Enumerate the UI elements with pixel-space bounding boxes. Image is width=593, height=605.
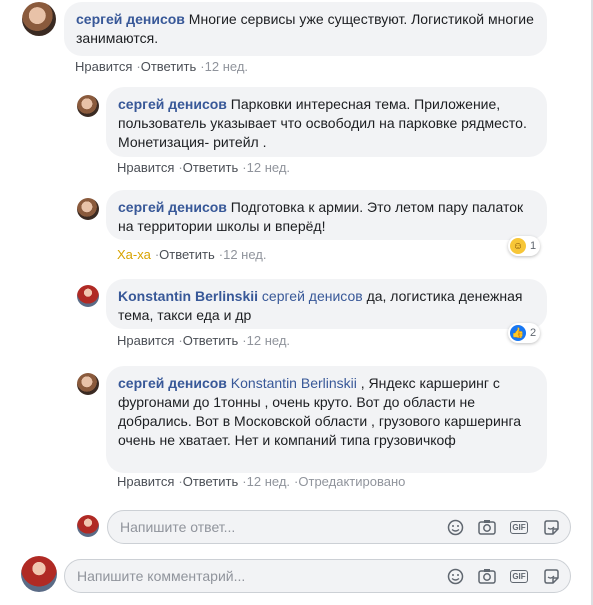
gif-icon[interactable]: GIF: [510, 518, 528, 536]
avatar: [77, 515, 99, 537]
haha-button[interactable]: Ха-ха: [117, 247, 151, 262]
avatar: [21, 556, 57, 592]
comment-bubble: сергей денисов Парковки интересная тема.…: [106, 87, 547, 157]
comment-actions: Нравится ·Ответить ·12 нед. ·Отредактирован…: [117, 474, 405, 489]
sticker-icon[interactable]: [542, 518, 560, 536]
smiley-icon[interactable]: [446, 567, 464, 585]
reaction-summary[interactable]: ☺ 1: [508, 236, 541, 256]
comment-mention[interactable]: Konstantin Berlinskii: [227, 375, 357, 391]
comment-author[interactable]: сергей денисов: [76, 11, 185, 27]
smiley-icon[interactable]: [446, 518, 464, 536]
comment-author[interactable]: сергей денисов: [118, 199, 227, 215]
like-button[interactable]: Нравится: [117, 474, 174, 489]
reply-button[interactable]: Ответить: [159, 247, 215, 262]
comment-author[interactable]: сергей денисов: [118, 96, 227, 112]
avatar[interactable]: [77, 373, 99, 395]
avatar[interactable]: [22, 2, 56, 36]
reaction-count: 2: [530, 327, 537, 339]
like-button[interactable]: Нравится: [117, 160, 174, 175]
comment-bubble: сергей денисов Подготовка к армии. Это л…: [106, 190, 547, 240]
haha-reaction-icon: ☺: [510, 238, 526, 254]
reaction-summary[interactable]: 👍 2: [508, 323, 541, 343]
like-button[interactable]: Нравится: [75, 59, 132, 74]
gif-icon[interactable]: GIF: [510, 567, 528, 585]
comment-actions: Нравится ·Ответить ·12 нед.: [117, 160, 290, 175]
comment-author[interactable]: сергей денисов: [118, 375, 227, 391]
reply-button[interactable]: Ответить: [183, 333, 239, 348]
comment-actions: Нравится ·Ответить ·12 нед.: [75, 59, 248, 74]
camera-icon[interactable]: [478, 567, 496, 585]
reply-button[interactable]: Ответить: [141, 59, 197, 74]
comment-time[interactable]: 12 нед.: [247, 333, 290, 348]
avatar[interactable]: [77, 95, 99, 117]
comment-mention[interactable]: сергей денисов: [258, 288, 363, 304]
avatar[interactable]: [77, 285, 99, 307]
like-reaction-icon: 👍: [510, 325, 526, 341]
like-button[interactable]: Нравится: [117, 333, 174, 348]
reply-button[interactable]: Ответить: [183, 160, 239, 175]
sticker-icon[interactable]: [542, 567, 560, 585]
comment-placeholder: Напишите комментарий...: [77, 568, 246, 584]
composer-icons: GIF: [432, 567, 560, 585]
comment-bubble: сергей денисов Многие сервисы уже сущест…: [64, 2, 547, 56]
reply-input[interactable]: Напишите ответ... GIF: [107, 510, 571, 544]
edited-label[interactable]: Отредактировано: [298, 474, 405, 489]
composer-icons: GIF: [432, 518, 560, 536]
comment-actions: Нравится ·Ответить ·12 нед.: [117, 333, 290, 348]
comment-input[interactable]: Напишите комментарий... GIF: [64, 559, 571, 593]
comment-time[interactable]: 12 нед.: [223, 247, 266, 262]
avatar[interactable]: [77, 198, 99, 220]
comment-time[interactable]: 12 нед.: [247, 474, 290, 489]
comment-author[interactable]: Konstantin Berlinskii: [118, 288, 258, 304]
comment-time[interactable]: 12 нед.: [247, 160, 290, 175]
reaction-count: 1: [530, 240, 537, 252]
comment-time[interactable]: 12 нед.: [205, 59, 248, 74]
comment-bubble: Konstantin Berlinskii сергей денисов да,…: [106, 279, 547, 329]
reply-button[interactable]: Ответить: [183, 474, 239, 489]
comment-bubble: сергей денисов Konstantin Berlinskii , Я…: [106, 366, 547, 473]
comment-actions: Ха-ха ·Ответить ·12 нед.: [117, 247, 267, 262]
reply-placeholder: Напишите ответ...: [120, 519, 236, 535]
camera-icon[interactable]: [478, 518, 496, 536]
